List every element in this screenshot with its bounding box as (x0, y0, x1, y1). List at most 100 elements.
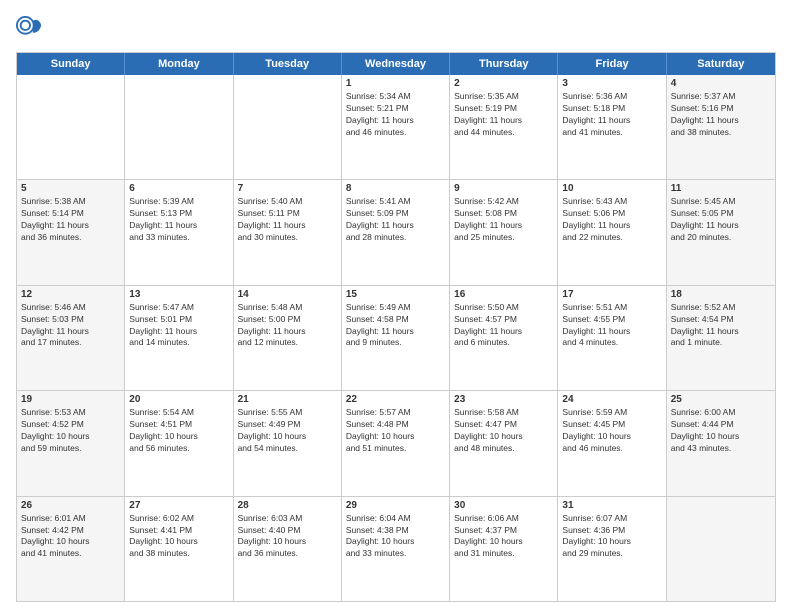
day-number: 25 (671, 394, 771, 405)
cell-info: Sunrise: 5:54 AM Sunset: 4:51 PM Dayligh… (129, 407, 228, 455)
cell-info: Sunrise: 5:59 AM Sunset: 4:45 PM Dayligh… (562, 407, 661, 455)
weekday-header: Thursday (450, 53, 558, 75)
calendar-cell: 18Sunrise: 5:52 AM Sunset: 4:54 PM Dayli… (667, 286, 775, 390)
calendar-cell: 21Sunrise: 5:55 AM Sunset: 4:49 PM Dayli… (234, 391, 342, 495)
calendar-row: 26Sunrise: 6:01 AM Sunset: 4:42 PM Dayli… (17, 496, 775, 601)
cell-info: Sunrise: 6:03 AM Sunset: 4:40 PM Dayligh… (238, 513, 337, 561)
cell-info: Sunrise: 6:06 AM Sunset: 4:37 PM Dayligh… (454, 513, 553, 561)
calendar-cell: 11 Sunrise: 5:45 AM Sunset: 5:05 PM Dayli… (667, 180, 775, 284)
calendar-page: SundayMondayTuesdayWednesdayThursdayFrid… (0, 0, 792, 612)
cell-info: Sunrise: 5:45 AM Sunset: 5:05 PM Dayligh… (671, 196, 771, 244)
cell-info: Sunrise: 5:37 AM Sunset: 5:16 PM Dayligh… (671, 91, 771, 139)
day-number: 13 (129, 289, 228, 300)
day-number: 30 (454, 500, 553, 511)
day-number: 1 (346, 78, 445, 89)
cell-info: Sunrise: 5:43 AM Sunset: 5:06 PM Dayligh… (562, 196, 661, 244)
calendar-cell: 17Sunrise: 5:51 AM Sunset: 4:55 PM Dayli… (558, 286, 666, 390)
cell-info: Sunrise: 5:38 AM Sunset: 5:14 PM Dayligh… (21, 196, 120, 244)
day-number: 23 (454, 394, 553, 405)
day-number: 12 (21, 289, 120, 300)
calendar-cell: 8 Sunrise: 5:41 AM Sunset: 5:09 PM Daylig… (342, 180, 450, 284)
day-number: 5 (21, 183, 120, 194)
calendar-cell: 12 Sunrise: 5:46 AM Sunset: 5:03 PM Dayli… (17, 286, 125, 390)
weekday-header: Saturday (667, 53, 775, 75)
cell-info: Sunrise: 5:52 AM Sunset: 4:54 PM Dayligh… (671, 302, 771, 350)
page-header (16, 16, 776, 44)
day-number: 22 (346, 394, 445, 405)
calendar-cell: 29 Sunrise: 6:04 AM Sunset: 4:38 PM Dayli… (342, 497, 450, 601)
weekday-header: Tuesday (234, 53, 342, 75)
calendar-cell: 3 Sunrise: 5:36 AM Sunset: 5:18 PM Daylig… (558, 75, 666, 179)
calendar-cell: 30 Sunrise: 6:06 AM Sunset: 4:37 PM Dayli… (450, 497, 558, 601)
cell-info: Sunrise: 5:41 AM Sunset: 5:09 PM Dayligh… (346, 196, 445, 244)
cell-info: Sunrise: 6:00 AM Sunset: 4:44 PM Dayligh… (671, 407, 771, 455)
cell-info: Sunrise: 5:36 AM Sunset: 5:18 PM Dayligh… (562, 91, 661, 139)
logo-icon (16, 16, 44, 44)
calendar-cell (667, 497, 775, 601)
calendar-cell: 22 Sunrise: 5:57 AM Sunset: 4:48 PM Dayli… (342, 391, 450, 495)
day-number: 2 (454, 78, 553, 89)
day-number: 21 (238, 394, 337, 405)
cell-info: Sunrise: 5:57 AM Sunset: 4:48 PM Dayligh… (346, 407, 445, 455)
day-number: 28 (238, 500, 337, 511)
cell-info: Sunrise: 5:51 AM Sunset: 4:55 PM Dayligh… (562, 302, 661, 350)
day-number: 14 (238, 289, 337, 300)
calendar-header: SundayMondayTuesdayWednesdayThursdayFrid… (17, 53, 775, 75)
calendar-cell: 27Sunrise: 6:02 AM Sunset: 4:41 PM Dayli… (125, 497, 233, 601)
calendar-row: 19 Sunrise: 5:53 AM Sunset: 4:52 PM Dayli… (17, 390, 775, 495)
cell-info: Sunrise: 5:46 AM Sunset: 5:03 PM Dayligh… (21, 302, 120, 350)
day-number: 9 (454, 183, 553, 194)
calendar-cell: 23Sunrise: 5:58 AM Sunset: 4:47 PM Dayli… (450, 391, 558, 495)
calendar-cell: 25 Sunrise: 6:00 AM Sunset: 4:44 PM Dayli… (667, 391, 775, 495)
weekday-header: Monday (125, 53, 233, 75)
day-number: 19 (21, 394, 120, 405)
calendar-cell: 14 Sunrise: 5:48 AM Sunset: 5:00 PM Dayli… (234, 286, 342, 390)
calendar: SundayMondayTuesdayWednesdayThursdayFrid… (16, 52, 776, 602)
calendar-cell (234, 75, 342, 179)
calendar-cell: 15 Sunrise: 5:49 AM Sunset: 4:58 PM Dayli… (342, 286, 450, 390)
cell-info: Sunrise: 5:34 AM Sunset: 5:21 PM Dayligh… (346, 91, 445, 139)
day-number: 31 (562, 500, 661, 511)
cell-info: Sunrise: 5:49 AM Sunset: 4:58 PM Dayligh… (346, 302, 445, 350)
weekday-header: Sunday (17, 53, 125, 75)
calendar-row: 5 Sunrise: 5:38 AM Sunset: 5:14 PM Daylig… (17, 179, 775, 284)
cell-info: Sunrise: 5:47 AM Sunset: 5:01 PM Dayligh… (129, 302, 228, 350)
calendar-cell: 24Sunrise: 5:59 AM Sunset: 4:45 PM Dayli… (558, 391, 666, 495)
day-number: 8 (346, 183, 445, 194)
cell-info: Sunrise: 5:42 AM Sunset: 5:08 PM Dayligh… (454, 196, 553, 244)
day-number: 3 (562, 78, 661, 89)
calendar-body: 1 Sunrise: 5:34 AM Sunset: 5:21 PM Daylig… (17, 75, 775, 601)
day-number: 10 (562, 183, 661, 194)
calendar-cell: 20 Sunrise: 5:54 AM Sunset: 4:51 PM Dayli… (125, 391, 233, 495)
cell-info: Sunrise: 6:07 AM Sunset: 4:36 PM Dayligh… (562, 513, 661, 561)
calendar-cell (125, 75, 233, 179)
day-number: 20 (129, 394, 228, 405)
calendar-cell: 6Sunrise: 5:39 AM Sunset: 5:13 PM Daylig… (125, 180, 233, 284)
cell-info: Sunrise: 5:40 AM Sunset: 5:11 PM Dayligh… (238, 196, 337, 244)
calendar-row: 1 Sunrise: 5:34 AM Sunset: 5:21 PM Daylig… (17, 75, 775, 179)
cell-info: Sunrise: 6:04 AM Sunset: 4:38 PM Dayligh… (346, 513, 445, 561)
calendar-cell (17, 75, 125, 179)
day-number: 26 (21, 500, 120, 511)
calendar-cell: 7 Sunrise: 5:40 AM Sunset: 5:11 PM Daylig… (234, 180, 342, 284)
cell-info: Sunrise: 5:48 AM Sunset: 5:00 PM Dayligh… (238, 302, 337, 350)
weekday-header: Friday (558, 53, 666, 75)
calendar-cell: 2Sunrise: 5:35 AM Sunset: 5:19 PM Daylig… (450, 75, 558, 179)
calendar-cell: 5 Sunrise: 5:38 AM Sunset: 5:14 PM Daylig… (17, 180, 125, 284)
day-number: 11 (671, 183, 771, 194)
calendar-cell: 26Sunrise: 6:01 AM Sunset: 4:42 PM Dayli… (17, 497, 125, 601)
weekday-header: Wednesday (342, 53, 450, 75)
day-number: 15 (346, 289, 445, 300)
cell-info: Sunrise: 5:53 AM Sunset: 4:52 PM Dayligh… (21, 407, 120, 455)
day-number: 7 (238, 183, 337, 194)
calendar-cell: 4 Sunrise: 5:37 AM Sunset: 5:16 PM Daylig… (667, 75, 775, 179)
calendar-cell: 31 Sunrise: 6:07 AM Sunset: 4:36 PM Dayli… (558, 497, 666, 601)
day-number: 4 (671, 78, 771, 89)
calendar-cell: 19 Sunrise: 5:53 AM Sunset: 4:52 PM Dayli… (17, 391, 125, 495)
calendar-cell: 10 Sunrise: 5:43 AM Sunset: 5:06 PM Dayli… (558, 180, 666, 284)
calendar-cell: 16Sunrise: 5:50 AM Sunset: 4:57 PM Dayli… (450, 286, 558, 390)
calendar-cell: 1 Sunrise: 5:34 AM Sunset: 5:21 PM Daylig… (342, 75, 450, 179)
calendar-cell: 9 Sunrise: 5:42 AM Sunset: 5:08 PM Daylig… (450, 180, 558, 284)
cell-info: Sunrise: 5:50 AM Sunset: 4:57 PM Dayligh… (454, 302, 553, 350)
day-number: 29 (346, 500, 445, 511)
